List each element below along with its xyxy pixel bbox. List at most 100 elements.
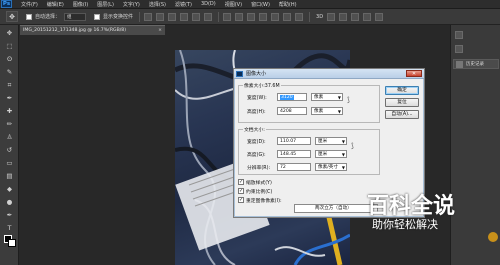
document-size-title: 文档大小:	[243, 126, 266, 133]
history-panel-icon[interactable]	[455, 45, 463, 53]
pixel-height-unit-select[interactable]: 像素 ▼	[311, 107, 343, 115]
reset-button[interactable]: 复位	[385, 98, 419, 107]
pixel-width-value: 3120	[280, 95, 294, 100]
3d-slide-icon[interactable]	[363, 12, 372, 21]
panel-collapse-icon[interactable]	[455, 31, 463, 39]
align-top-icon[interactable]	[144, 12, 153, 21]
constrain-proportions-checkbox[interactable]: ✓	[238, 188, 244, 194]
watermark-subtitle: 助你轻松解决	[372, 218, 438, 231]
pixel-height-label: 高度(H):	[247, 110, 266, 115]
doc-width-input[interactable]: 110.07	[277, 137, 311, 145]
eyedropper-icon[interactable]: ✒	[4, 94, 15, 103]
ok-button[interactable]: 确定	[385, 86, 419, 95]
resolution-label: 分辨率(R):	[247, 166, 271, 171]
auto-select-dropdown[interactable]: 组	[64, 12, 87, 21]
resample-checkbox[interactable]: ✓	[238, 197, 244, 203]
resolution-input[interactable]: 72	[277, 163, 311, 171]
menu-view[interactable]: 视图(V)	[225, 1, 242, 8]
doc-height-label: 高度(G):	[247, 153, 266, 158]
distribute-top-icon[interactable]	[223, 12, 232, 21]
doc-width-unit: 厘米	[318, 139, 328, 144]
document-size-group: 文档大小: 宽度(D): 110.07 厘米 ▼ 高度(G): 148.45 厘米…	[238, 126, 380, 175]
resolution-unit-select[interactable]: 像素/英寸 ▼	[315, 163, 347, 171]
menu-window[interactable]: 窗口(W)	[251, 1, 270, 8]
resolution-unit: 像素/英寸	[318, 165, 338, 170]
chevron-down-icon: ▼	[337, 95, 341, 100]
menu-select[interactable]: 选择(S)	[149, 1, 166, 8]
separator	[309, 11, 311, 22]
doc-height-input[interactable]: 148.45	[277, 150, 311, 158]
options-bar: ✥ 自动选择： 组 显示变换控件 3D	[0, 9, 500, 25]
3d-rotate-icon[interactable]	[327, 12, 336, 21]
watermark: 百科全说 助你轻松解决	[350, 178, 465, 240]
clone-stamp-icon[interactable]: ♙	[4, 133, 15, 142]
menu-bar: Ps 文件(F) 编辑(E) 图像(I) 图层(L) 文字(Y) 选择(S) 滤…	[0, 0, 500, 9]
move-tool-icon[interactable]: ✥	[6, 11, 18, 22]
show-transform-checkbox[interactable]	[94, 13, 101, 20]
doc-height-unit: 厘米	[318, 152, 328, 157]
align-middle-icon[interactable]	[156, 12, 165, 21]
document-tab-title: IMG_20151212_171348.jpg @ 16.7%(RGB/8)	[23, 28, 127, 33]
background-color-swatch[interactable]	[8, 239, 16, 247]
distribute-bottom-icon[interactable]	[247, 12, 256, 21]
align-center-icon[interactable]	[192, 12, 201, 21]
marquee-icon[interactable]: ⬚	[4, 42, 15, 51]
link-icon: ⟆	[347, 96, 350, 104]
3d-scale-icon[interactable]	[375, 12, 384, 21]
brush-icon[interactable]: ✏	[4, 120, 15, 129]
auto-select-checkbox[interactable]	[26, 13, 32, 20]
doc-height-unit-select[interactable]: 厘米 ▼	[315, 150, 347, 158]
pixel-height-input[interactable]: 4208	[277, 107, 307, 115]
pixel-dimensions-title: 像素大小:37.6M	[243, 82, 281, 89]
distribute-right-icon[interactable]	[283, 12, 292, 21]
resample-label: 重定图像像素(I):	[246, 199, 282, 204]
pixel-width-unit-select[interactable]: 像素 ▼	[311, 93, 343, 101]
eraser-icon[interactable]: ▭	[4, 159, 15, 168]
history-panel-tab[interactable]: 历史记录	[453, 59, 499, 69]
quick-select-icon[interactable]: ✎	[4, 68, 15, 77]
3d-roll-icon[interactable]	[339, 12, 348, 21]
close-icon[interactable]: ×	[158, 26, 162, 35]
doc-width-unit-select[interactable]: 厘米 ▼	[315, 137, 347, 145]
close-button[interactable]: ✕	[406, 70, 422, 77]
gradient-icon[interactable]: ▤	[4, 172, 15, 181]
chevron-down-icon: ▼	[341, 139, 345, 144]
move-icon[interactable]: ✥	[4, 29, 15, 38]
menu-file[interactable]: 文件(F)	[21, 1, 38, 8]
align-bottom-icon[interactable]	[168, 12, 177, 21]
align-right-icon[interactable]	[204, 12, 213, 21]
crop-icon[interactable]: ⌗	[4, 81, 15, 90]
pixel-width-label: 宽度(W):	[247, 96, 267, 101]
align-left-icon[interactable]	[180, 12, 189, 21]
scale-styles-checkbox[interactable]: ✓	[238, 179, 244, 185]
menu-layer[interactable]: 图层(L)	[97, 1, 114, 8]
menu-image[interactable]: 图像(I)	[73, 1, 88, 8]
dodge-icon[interactable]: ●	[4, 198, 15, 207]
menu-3d[interactable]: 3D(D)	[201, 1, 216, 7]
dialog-titlebar[interactable]: 图像大小 ✕	[234, 69, 424, 79]
distribute-center-icon[interactable]	[271, 12, 280, 21]
menu-type[interactable]: 文字(Y)	[123, 1, 140, 8]
type-icon[interactable]: T	[4, 224, 15, 233]
history-brush-icon[interactable]: ↺	[4, 146, 15, 155]
pen-icon[interactable]: ✒	[4, 211, 15, 220]
history-icon	[456, 61, 463, 68]
3d-drag-icon[interactable]	[351, 12, 360, 21]
blur-icon[interactable]: ◆	[4, 185, 15, 194]
menu-edit[interactable]: 编辑(E)	[47, 1, 64, 8]
pixel-width-input[interactable]: 3120	[277, 93, 307, 101]
healing-brush-icon[interactable]: ✚	[4, 107, 15, 116]
menu-filter[interactable]: 滤镜(T)	[175, 1, 192, 8]
photoshop-icon	[236, 71, 243, 77]
pixel-height-unit: 像素	[314, 109, 324, 114]
document-tab[interactable]: IMG_20151212_171348.jpg @ 16.7%(RGB/8) ×	[20, 25, 165, 35]
menu-help[interactable]: 帮助(H)	[279, 1, 297, 8]
pixel-dimensions-group: 像素大小:37.6M 宽度(W): 3120 像素 ▼ 高度(H): 4208 像…	[238, 82, 380, 123]
distribute-middle-icon[interactable]	[235, 12, 244, 21]
lasso-icon[interactable]: ʘ	[4, 55, 15, 64]
auto-align-icon[interactable]	[295, 12, 304, 21]
auto-button[interactable]: 自动(A)...	[385, 110, 419, 119]
link-icon: ⟆	[351, 142, 354, 150]
distribute-left-icon[interactable]	[259, 12, 268, 21]
auto-select-label: 自动选择：	[35, 14, 61, 20]
